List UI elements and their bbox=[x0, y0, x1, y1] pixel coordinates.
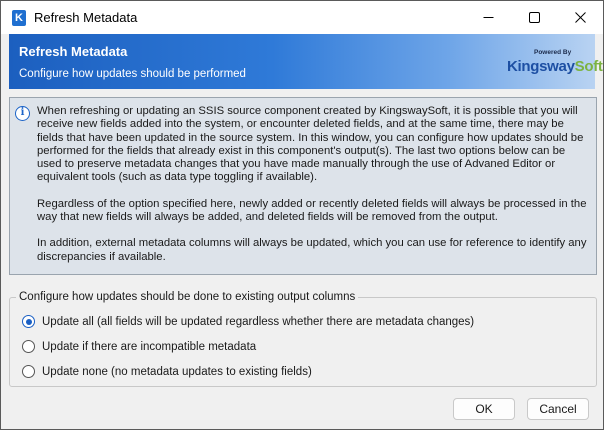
close-icon bbox=[574, 12, 586, 23]
info-text: When refreshing or updating an SSIS sour… bbox=[37, 105, 589, 277]
group-legend: Configure how updates should be done to … bbox=[16, 291, 359, 303]
radio-update-incompatible[interactable]: Update if there are incompatible metadat… bbox=[22, 340, 256, 353]
refresh-metadata-dialog: K Refresh Metadata Refresh Metadata Conf… bbox=[0, 0, 604, 430]
title-bar: K Refresh Metadata bbox=[1, 1, 603, 34]
app-icon: K bbox=[12, 10, 26, 26]
info-paragraph: When refreshing or updating an SSIS sour… bbox=[37, 105, 584, 184]
info-panel: i When refreshing or updating an SSIS so… bbox=[9, 97, 597, 275]
header-banner: Refresh Metadata Configure how updates s… bbox=[9, 34, 603, 89]
kingswaysoft-logo: Powered By KingswaySoft bbox=[504, 46, 603, 78]
radio-label: Update if there are incompatible metadat… bbox=[42, 340, 257, 353]
radio-button-selected[interactable] bbox=[22, 315, 35, 328]
brand-name-kingsway: Kingsway bbox=[507, 58, 575, 75]
minimize-button[interactable] bbox=[465, 1, 511, 34]
update-options-group: Configure how updates should be done to … bbox=[9, 291, 597, 387]
maximize-button[interactable] bbox=[511, 1, 557, 34]
info-paragraph: Regardless of the option specified here,… bbox=[37, 197, 587, 224]
minimize-icon bbox=[483, 17, 493, 18]
info-icon: i bbox=[15, 106, 30, 121]
radio-update-all[interactable]: Update all (all fields will be updated r… bbox=[22, 315, 474, 328]
cancel-button[interactable]: Cancel bbox=[527, 398, 589, 420]
close-button[interactable] bbox=[557, 1, 603, 34]
brand-name-soft: Soft bbox=[574, 58, 603, 75]
info-paragraph: In addition, external metadata columns w… bbox=[37, 237, 587, 263]
banner-title: Refresh Metadata bbox=[19, 44, 128, 59]
radio-button[interactable] bbox=[22, 365, 35, 378]
banner-subtitle: Configure how updates should be performe… bbox=[19, 68, 246, 80]
ok-button[interactable]: OK bbox=[453, 398, 515, 420]
radio-label: Update none (no metadata updates to exis… bbox=[42, 365, 312, 378]
radio-button[interactable] bbox=[22, 340, 35, 353]
brand-powered-by: Powered By bbox=[534, 49, 572, 56]
maximize-icon bbox=[528, 12, 540, 23]
brand-name: KingswaySoft bbox=[507, 58, 603, 75]
window-title: Refresh Metadata bbox=[34, 10, 138, 25]
radio-label: Update all (all fields will be updated r… bbox=[42, 315, 475, 328]
radio-update-none[interactable]: Update none (no metadata updates to exis… bbox=[22, 365, 312, 378]
